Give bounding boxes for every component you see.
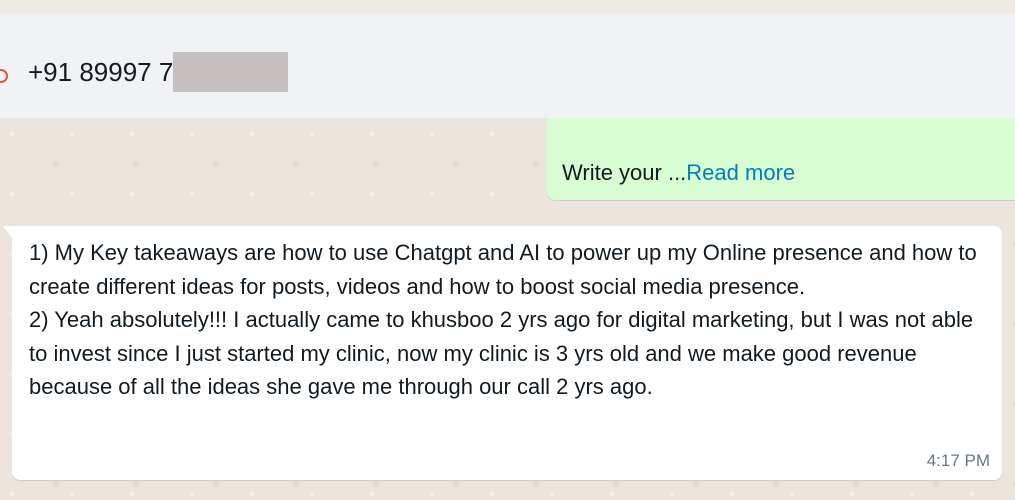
outgoing-message-truncated: Write your ... <box>562 160 687 185</box>
read-more-link[interactable]: Read more <box>686 160 795 185</box>
message-paragraph: 2) Yeah absolutely!!! I actually came to… <box>29 307 974 399</box>
redaction-block <box>173 52 289 92</box>
bubble-tail <box>3 226 13 239</box>
chat-header[interactable]: +91 89997 7 <box>0 14 1015 118</box>
message-paragraph: 1) My Key takeaways are how to use Chatg… <box>29 240 977 299</box>
outgoing-message-bubble[interactable]: Write your ...Read more <box>547 118 1015 200</box>
status-dot-icon <box>0 69 8 83</box>
message-timestamp: 4:17 PM <box>926 451 990 470</box>
outgoing-message-text: Write your ...Read more <box>562 160 795 186</box>
incoming-message-text: 1) My Key takeaways are how to use Chatg… <box>29 236 994 404</box>
contact-name[interactable]: +91 89997 7 <box>28 52 289 92</box>
contact-number: +91 89997 7 <box>28 56 174 87</box>
incoming-message-bubble[interactable]: 1) My Key takeaways are how to use Chatg… <box>3 226 1002 480</box>
